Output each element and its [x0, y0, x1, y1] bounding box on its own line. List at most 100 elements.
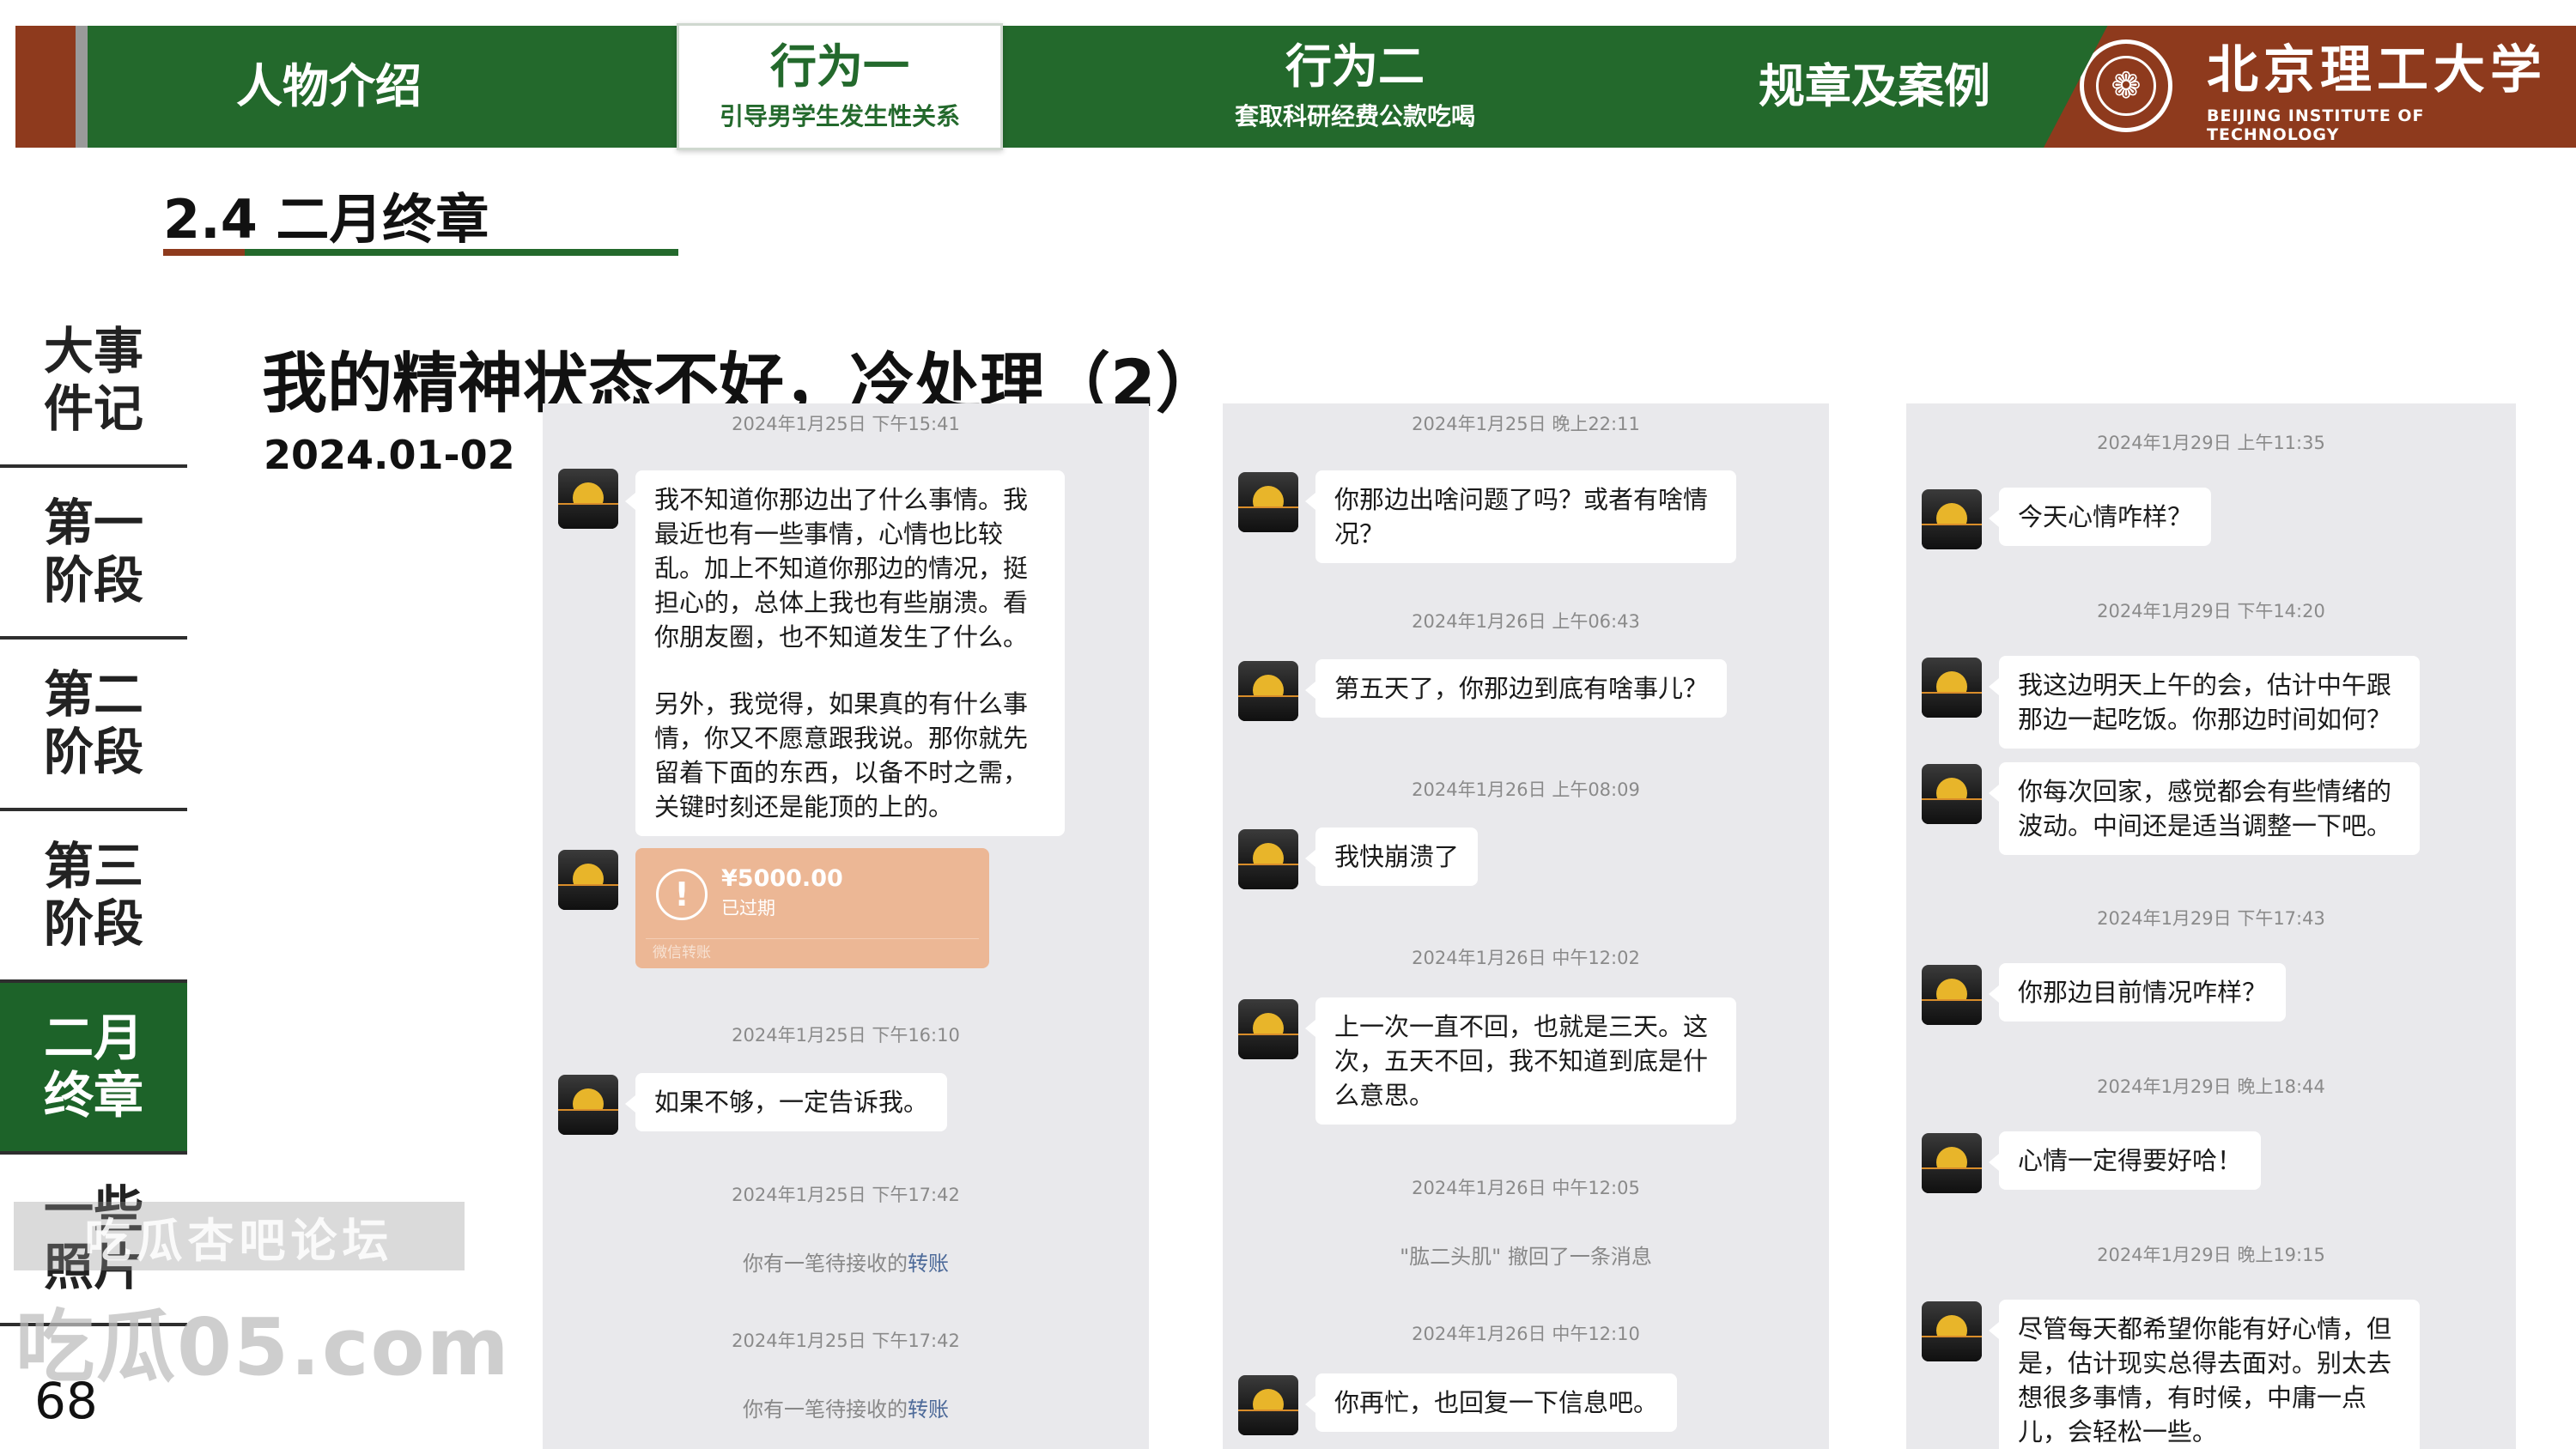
message-text: 尽管每天都希望你能有好心情，但是，估计现实总得去面对。别太去想很多事情，有时候，… — [2018, 1314, 2392, 1446]
transfer-amount: ¥5000.00 — [721, 865, 843, 892]
chat-bubble: 尽管每天都希望你能有好心情，但是，估计现实总得去面对。别太去想很多事情，有时候，… — [1989, 1300, 2420, 1449]
tab-behavior-two[interactable]: 行为二 套取科研经费公款吃喝 — [1132, 26, 1578, 148]
message-text: 你再忙，也回复一下信息吧。 — [1334, 1388, 1659, 1417]
tab-label: 行为一 — [770, 39, 909, 94]
avatar — [1238, 1375, 1298, 1435]
chat-timestamp: 2024年1月29日 晚上18:44 — [2097, 1076, 2325, 1097]
chat-timestamp: 2024年1月25日 晚上22:11 — [1412, 414, 1640, 434]
chat-timestamp: 2024年1月29日 下午17:43 — [2097, 908, 2325, 929]
avatar — [558, 1075, 618, 1135]
sidebar-item-stage-one[interactable]: 第一阶段 — [0, 468, 187, 640]
chat-bubble: 我快崩溃了 — [1304, 828, 1479, 886]
university-name-en: BEIJING INSTITUTE OF TECHNOLOGY — [2207, 106, 2425, 144]
chat-screenshot-2: 2024年1月25日 晚上22:11 你那边出啥问题了吗？或者有啥情况？ 202… — [1223, 403, 1829, 1449]
message-text: 我不知道你那边出了什么事情。我最近也有一些事情，心情也比较乱。加上不知道你那边的… — [654, 485, 1029, 652]
university-name-cn: 北京理工大学 — [2207, 40, 2547, 100]
transfer-link[interactable]: 转账 — [908, 1252, 949, 1276]
avatar — [1922, 658, 1982, 718]
chat-bubble: 你那边目前情况咋样？ — [1988, 963, 2287, 1022]
tab-label: 行为二 — [1285, 39, 1425, 94]
sidebar: 大事件记 第一阶段 第二阶段 第三阶段 二月终章 一些照片 — [0, 296, 187, 1326]
top-banner: 人物介绍 行为一 引导男学生发生性关系 行为二 套取科研经费公款吃喝 规章及案例… — [15, 23, 2576, 150]
chat-timestamp: 2024年1月26日 上午08:09 — [1412, 779, 1640, 800]
system-message-text: 你有一笔待接收的 — [743, 1397, 908, 1422]
sidebar-item-label: 第三阶段 — [43, 837, 143, 953]
chat-timestamp: 2024年1月26日 中午12:05 — [1412, 1178, 1640, 1198]
system-message: 你有一笔待接收的转账 — [543, 1392, 1149, 1422]
chat-bubble: 第五天了，你那边到底有啥事儿？ — [1304, 659, 1728, 718]
message-text: 今天心情咋样？ — [2018, 502, 2193, 531]
message-text: 你那边出啥问题了吗？或者有啥情况？ — [1334, 485, 1709, 549]
avatar — [1238, 661, 1298, 721]
sidebar-item-stage-three[interactable]: 第三阶段 — [0, 811, 187, 983]
tab-sublabel: 套取科研经费公款吃喝 — [1234, 101, 1475, 130]
banner-accent-bar — [15, 26, 76, 148]
avatar — [1922, 489, 1982, 549]
chat-timestamp: 2024年1月29日 上午11:35 — [2097, 433, 2325, 453]
chat-timestamp: 2024年1月25日 下午16:10 — [732, 1025, 960, 1046]
transfer-link[interactable]: 转账 — [908, 1397, 949, 1422]
section-underline — [163, 249, 678, 256]
chat-bubble: 你那边出啥问题了吗？或者有啥情况？ — [1305, 470, 1736, 563]
university-logo-area: 北京理工大学 BEIJING INSTITUTE OF TECHNOLOGY — [2044, 26, 2576, 148]
chat-timestamp: 2024年1月25日 下午17:42 — [732, 1185, 960, 1205]
avatar — [558, 850, 618, 910]
sidebar-item-february-finale[interactable]: 二月终章 — [0, 983, 187, 1155]
chat-screenshot-1: 2024年1月25日 下午15:41 我不知道你那边出了什么事情。我最近也有一些… — [543, 403, 1149, 1449]
tab-label: 规章及案例 — [1759, 59, 1990, 114]
avatar — [1922, 1301, 1982, 1361]
sidebar-item-label: 第二阶段 — [43, 665, 143, 781]
expired-alert-icon: ! — [656, 869, 708, 920]
transfer-status: 已过期 — [721, 898, 775, 919]
chat-timestamp: 2024年1月26日 中午12:10 — [1412, 1324, 1640, 1344]
avatar — [558, 469, 618, 529]
chat-bubble: 今天心情咋样？ — [1988, 488, 2212, 546]
sidebar-item-label: 大事件记 — [43, 322, 143, 438]
message-text: 我这边明天上午的会，估计中午跟那边一起吃饭。你那边时间如何？ — [2018, 670, 2392, 734]
message-text: 你每次回家，感觉都会有些情绪的波动。中间还是适当调整一下吧。 — [2018, 777, 2392, 840]
message-text: 我快崩溃了 — [1334, 842, 1460, 871]
tab-sublabel: 引导男学生发生性关系 — [719, 101, 960, 130]
avatar — [1238, 829, 1298, 889]
chat-bubble: 你再忙，也回复一下信息吧。 — [1304, 1373, 1678, 1432]
university-seal-icon — [2080, 39, 2172, 132]
message-text: 你那边目前情况咋样？ — [2018, 978, 2268, 1007]
transfer-card[interactable]: ! ¥5000.00 已过期 微信转账 — [635, 848, 989, 968]
system-message: 你有一笔待接收的转账 — [543, 1246, 1149, 1276]
tab-behavior-one[interactable]: 行为一 引导男学生发生性关系 — [677, 23, 1003, 150]
sidebar-item-stage-two[interactable]: 第二阶段 — [0, 640, 187, 811]
sidebar-item-label: 二月终章 — [43, 1009, 143, 1125]
sidebar-item-label: 第一阶段 — [43, 494, 143, 609]
chat-bubble: 心情一定得要好哈！ — [1988, 1131, 2262, 1190]
chat-bubble: 如果不够，一定告诉我。 — [624, 1073, 948, 1131]
university-name: 北京理工大学 BEIJING INSTITUTE OF TECHNOLOGY — [2207, 45, 2550, 144]
sidebar-item-events[interactable]: 大事件记 — [0, 296, 187, 468]
message-text: 第五天了，你那边到底有啥事儿？ — [1334, 674, 1709, 703]
chat-timestamp: 2024年1月29日 晚上19:15 — [2097, 1245, 2325, 1265]
tab-label: 人物介绍 — [236, 59, 422, 114]
chat-timestamp: 2024年1月29日 下午14:20 — [2097, 601, 2325, 621]
chat-bubble: 你每次回家，感觉都会有些情绪的波动。中间还是适当调整一下吧。 — [1989, 762, 2420, 855]
transfer-divider — [646, 938, 979, 939]
chat-timestamp: 2024年1月26日 上午06:43 — [1412, 611, 1640, 632]
system-message: "肱二头肌" 撤回了一条消息 — [1400, 1245, 1652, 1269]
slide-date: 2024.01-02 — [264, 432, 515, 478]
message-text: 上一次一直不回，也就是三天。这次，五天不回，我不知道到底是什么意思。 — [1334, 1012, 1709, 1110]
section-title: 2.4 二月终章 — [163, 188, 489, 251]
banner-divider — [76, 26, 88, 148]
chat-timestamp: 2024年1月25日 下午17:42 — [732, 1331, 960, 1351]
tab-regulations-cases[interactable]: 规章及案例 — [1690, 26, 2059, 148]
system-message-text: 你有一笔待接收的 — [743, 1252, 908, 1276]
message-text: 另外，我觉得，如果真的有什么事情，你又不愿意跟我说。那你就先留着下面的东西，以备… — [654, 689, 1029, 822]
tab-person-intro[interactable]: 人物介绍 — [144, 26, 513, 148]
transfer-source: 微信转账 — [653, 944, 711, 961]
avatar — [1238, 472, 1298, 532]
avatar — [1922, 764, 1982, 824]
chat-bubble: 我这边明天上午的会，估计中午跟那边一起吃饭。你那边时间如何？ — [1989, 656, 2420, 749]
chat-screenshot-3: 2024年1月29日 上午11:35 今天心情咋样？ 2024年1月29日 下午… — [1906, 403, 2516, 1449]
avatar — [1922, 1133, 1982, 1193]
page-number: 68 — [34, 1372, 98, 1430]
message-text: 心情一定得要好哈！ — [2018, 1146, 2243, 1175]
watermark-forum: 吃瓜杏吧论坛 — [14, 1202, 465, 1270]
avatar — [1238, 999, 1298, 1059]
